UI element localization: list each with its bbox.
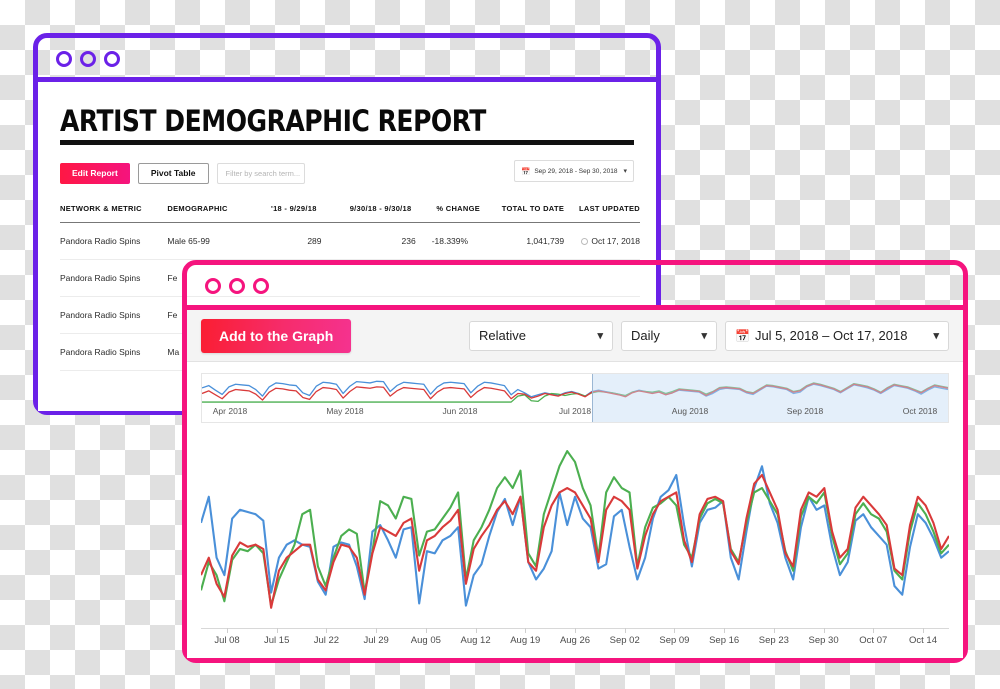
main-line-chart[interactable]: [201, 430, 949, 633]
overview-axis-labels: Apr 2018 May 2018 Jun 2018 Jul 2018 Aug 2018…: [202, 406, 948, 420]
maximize-dot-icon[interactable]: [253, 278, 269, 294]
interval-select[interactable]: Daily ▾: [621, 320, 717, 351]
axis-tick: [575, 628, 576, 633]
axis-tick: [674, 628, 676, 633]
cell-network: Pandora Radio Spins: [60, 296, 168, 334]
main-chart-x-axis: Jul 08 Jul 15 Jul 22 Jul 29 Aug 05 Aug 12 Aug …: [201, 628, 949, 652]
graph-window-controls: [205, 278, 269, 294]
overview-brush-chart[interactable]: Apr 2018 May 2018 Jun 2018 Jul 2018 Aug 2018…: [201, 373, 949, 423]
overview-axis-label: Apr 2018: [212, 406, 248, 416]
graph-toolbar: Add to the Graph Relative ▾ Daily ▾ 📅 Ju…: [187, 310, 963, 362]
axis-label: Aug 12: [460, 635, 491, 646]
column-header-network[interactable]: NETWORK & METRIC: [60, 198, 168, 223]
cell-total: 1,041,739: [490, 222, 565, 260]
cell-last-updated-text: Oct 17, 2018: [591, 236, 640, 246]
report-date-range-label: Sep 29, 2018 - Sep 30, 2018: [534, 167, 618, 175]
overview-axis-label: Jun 2018: [442, 406, 478, 416]
axis-tick: [873, 628, 875, 633]
axis-label: Jul 15: [264, 635, 290, 646]
column-header-previous-period[interactable]: '18 - 9/29/18: [252, 198, 336, 223]
minimize-dot-icon[interactable]: [229, 278, 245, 294]
axis-label: Sep 02: [609, 635, 640, 646]
status-dot-icon: [581, 238, 589, 246]
overview-axis-label: Jul 2018: [558, 406, 592, 416]
series-red: [201, 473, 949, 609]
axis-tick: [326, 628, 328, 633]
axis-label: Jul 29: [363, 635, 389, 646]
graph-window: Add to the Graph Relative ▾ Daily ▾ 📅 Ju…: [182, 260, 968, 663]
axis-tick: [525, 628, 527, 633]
axis-tick: [823, 628, 825, 633]
search-input[interactable]: Filter by search term...: [216, 162, 305, 184]
column-header-last-updated[interactable]: LAST UPDATED: [564, 198, 640, 223]
mode-select[interactable]: Relative ▾: [469, 320, 613, 351]
close-dot-icon[interactable]: [205, 278, 221, 294]
chevron-down-icon: ▾: [933, 330, 939, 342]
axis-label: Jul 22: [313, 635, 340, 646]
axis-label: Jul 08: [214, 635, 240, 646]
axis-label: Sep 23: [758, 635, 789, 646]
overview-axis-label: May 2018: [326, 406, 364, 416]
chevron-down-icon: ▾: [623, 168, 627, 175]
table-row[interactable]: Pandora Radio Spins Male 65-99 289 236 -…: [60, 222, 640, 260]
graph-date-range-label: Jul 5, 2018 – Oct 17, 2018: [754, 328, 908, 343]
title-divider: [60, 140, 634, 145]
add-to-graph-button[interactable]: Add to the Graph: [201, 318, 352, 353]
calendar-icon: 📅: [735, 328, 750, 343]
calendar-icon: 📅: [521, 166, 531, 176]
axis-tick: [227, 628, 228, 633]
graph-window-titlebar: [187, 265, 963, 310]
minimize-dot-icon[interactable]: [80, 51, 96, 67]
axis-label: Oct 07: [859, 635, 888, 646]
axis-tick: [923, 628, 924, 633]
cell-demographic: Male 65-99: [167, 222, 253, 260]
maximize-dot-icon[interactable]: [104, 51, 120, 67]
axis-label: Aug 05: [410, 635, 441, 646]
axis-label: Aug 26: [559, 635, 591, 646]
cell-previous: 289: [252, 222, 336, 260]
cell-last-updated: Oct 17, 2018: [564, 222, 640, 260]
cell-network: Pandora Radio Spins: [60, 259, 168, 297]
overview-axis-label: Sep 2018: [786, 406, 824, 416]
axis-tick: [724, 628, 726, 633]
cell-network: Pandora Radio Spins: [60, 333, 168, 371]
report-window-controls: [56, 51, 120, 67]
page-title: ARTIST DEMOGRAPHIC REPORT: [60, 104, 486, 138]
axis-tick: [376, 628, 378, 633]
edit-report-button[interactable]: Edit Report: [60, 162, 130, 184]
report-window-titlebar: [38, 38, 656, 82]
axis-label: Oct 14: [909, 635, 937, 646]
pivot-table-button[interactable]: Pivot Table: [137, 162, 209, 184]
axis-tick: [624, 628, 626, 633]
cell-network: Pandora Radio Spins: [60, 222, 168, 260]
chevron-down-icon: ▾: [701, 330, 707, 342]
close-dot-icon[interactable]: [56, 51, 72, 67]
interval-select-value: Daily: [631, 328, 660, 343]
graph-date-range-picker[interactable]: 📅 Jul 5, 2018 – Oct 17, 2018 ▾: [725, 320, 949, 351]
main-chart-svg: [201, 450, 949, 609]
column-header-current-period[interactable]: 9/30/18 - 9/30/18: [335, 198, 426, 223]
column-header-total-to-date[interactable]: TOTAL TO DATE: [490, 198, 565, 223]
chevron-down-icon: ▾: [597, 330, 603, 342]
report-date-range-picker[interactable]: 📅 Sep 29, 2018 - Sep 30, 2018 ▾: [514, 160, 634, 182]
series-green: [201, 450, 949, 607]
axis-label: Sep 09: [659, 635, 690, 646]
axis-label: Aug 19: [510, 635, 541, 646]
axis-tick: [475, 628, 477, 633]
column-header-percent-change[interactable]: % CHANGE: [425, 198, 491, 223]
mode-select-value: Relative: [479, 328, 526, 343]
axis-tick: [773, 628, 775, 633]
axis-label: Sep 16: [709, 635, 740, 646]
table-header-row: NETWORK & METRIC DEMOGRAPHIC '18 - 9/29/…: [60, 198, 640, 223]
axis-tick: [425, 628, 427, 633]
column-header-demographic[interactable]: DEMOGRAPHIC: [167, 198, 253, 223]
graph-window-body: Add to the Graph Relative ▾ Daily ▾ 📅 Ju…: [187, 310, 963, 658]
axis-label: Sep 30: [808, 635, 839, 646]
overview-axis-label: Oct 2018: [902, 406, 938, 416]
cell-current: 236: [335, 222, 426, 260]
overview-axis-label: Aug 2018: [671, 406, 709, 416]
cell-change: -18.339%: [425, 222, 491, 260]
axis-tick: [276, 628, 278, 633]
